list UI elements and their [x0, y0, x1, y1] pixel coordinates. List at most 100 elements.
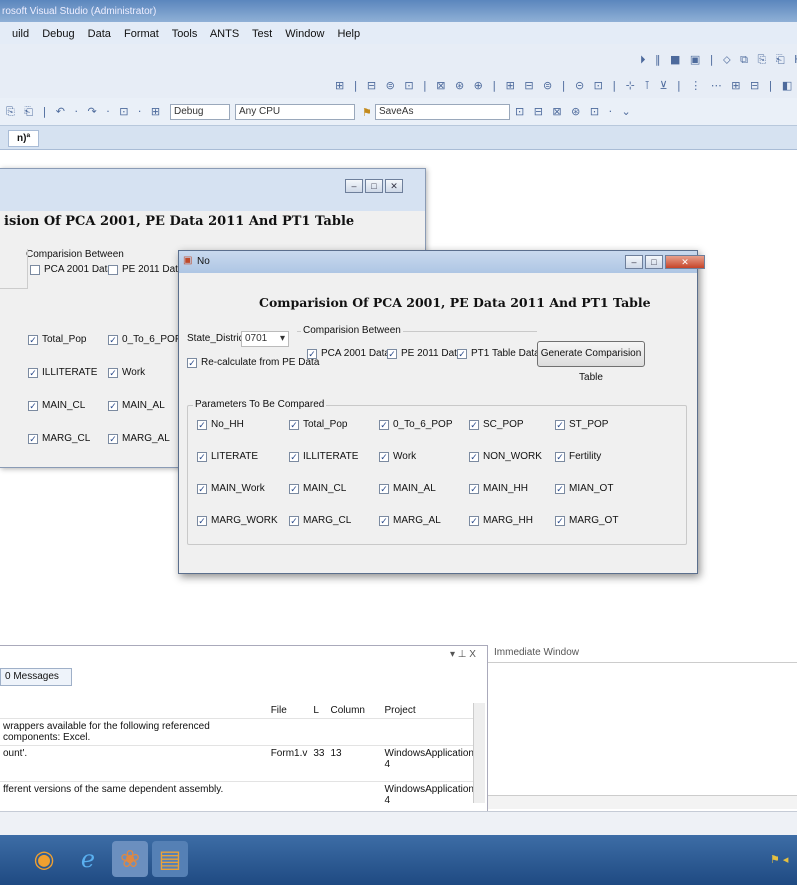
- compare-groupbox-label: Comparision Between: [301, 325, 403, 336]
- designer-checkbox-pe[interactable]: PE 2011 Data: [108, 264, 184, 275]
- designer-param-checkbox[interactable]: ✓ ILLITERATE: [28, 367, 97, 378]
- checkbox-pe-2011[interactable]: ✓ PE 2011 Data: [387, 348, 463, 359]
- error-list-scrollbar[interactable]: [473, 703, 485, 803]
- find-combo[interactable]: SaveAs: [375, 104, 510, 120]
- menu-format[interactable]: Format: [124, 28, 159, 40]
- state-district-select[interactable]: 0701 ▾: [241, 331, 289, 347]
- param-checkbox[interactable]: ✓ ST_POP: [555, 419, 608, 430]
- param-checkbox[interactable]: ✓ MAIN_HH: [469, 483, 528, 494]
- param-checkbox[interactable]: ✓ MAIN_CL: [289, 483, 346, 494]
- designer-param-checkbox[interactable]: ✓ MARG_AL: [108, 433, 170, 444]
- dialog-heading: Comparision Of PCA 2001, PE Data 2011 An…: [259, 295, 651, 310]
- generate-table-button[interactable]: Generate Comparision Table: [537, 341, 645, 383]
- dialog-window-buttons: – □ ✕: [625, 255, 705, 269]
- param-checkbox[interactable]: ✓ ILLITERATE: [289, 451, 358, 462]
- menu-window[interactable]: Window: [285, 28, 324, 40]
- windows-taskbar: ◉ ℯ ❀ ▤ ⚑ ◂: [0, 835, 797, 885]
- designer-param-checkbox[interactable]: ✓ MAIN_CL: [28, 400, 85, 411]
- param-checkbox[interactable]: ✓ Fertility: [555, 451, 601, 462]
- header-file[interactable]: File: [267, 703, 311, 719]
- close-icon: ✕: [385, 179, 403, 193]
- parameters-groupbox-label: Parameters To Be Compared: [193, 399, 327, 410]
- menu-data[interactable]: Data: [88, 28, 111, 40]
- designer-form-titlebar: – □ ✕: [0, 169, 425, 211]
- param-checkbox[interactable]: ✓ MAIN_Work: [197, 483, 265, 494]
- header-project[interactable]: Project: [381, 703, 477, 719]
- find-toolbar-icons[interactable]: ⊡ ⊟ ⊠ ⊛ ⊡ · ⌄: [515, 105, 634, 118]
- comparision-dialog[interactable]: ▣ No – □ ✕ Comparision Of PCA 2001, PE D…: [178, 250, 705, 574]
- solution-config-select[interactable]: Debug: [170, 104, 230, 120]
- layout-toolbar-icons[interactable]: ⊞ | ⊟ ⊜ ⊡ | ⊠ ⊛ ⊕ | ⊞ ⊟ ⊜ | ⊝ ⊡ | ⊹ ⊺ ⊻ …: [335, 79, 797, 92]
- designer-checkbox-pca[interactable]: PCA 2001 Data: [30, 264, 113, 275]
- app-icon: ▣: [183, 255, 193, 266]
- menu-debug[interactable]: Debug: [42, 28, 74, 40]
- pane-controls[interactable]: ▾ ⊥ X: [450, 649, 476, 663]
- minimize-icon[interactable]: –: [625, 255, 643, 269]
- menu-help[interactable]: Help: [337, 28, 360, 40]
- solution-platform-select[interactable]: Any CPU: [235, 104, 355, 120]
- table-row[interactable]: wrappers available for the following ref…: [0, 718, 477, 746]
- tray-icons[interactable]: ⚑ ◂: [770, 853, 788, 866]
- dialog-title: No: [197, 256, 210, 267]
- param-checkbox[interactable]: ✓ MARG_AL: [379, 515, 441, 526]
- menu-tools[interactable]: Tools: [172, 28, 198, 40]
- visual-studio-icon[interactable]: ▤: [152, 841, 188, 877]
- param-checkbox[interactable]: ✓ MARG_CL: [289, 515, 351, 526]
- designer-param-checkbox[interactable]: ✓ MARG_CL: [28, 433, 90, 444]
- menu-build[interactable]: uild: [12, 28, 29, 40]
- error-list-pane: ▾ ⊥ X 0 Messages File L Column Project w…: [0, 645, 487, 818]
- error-table-header: File L Column Project: [0, 703, 477, 719]
- toolbar-layout: ⊞ | ⊟ ⊜ ⊡ | ⊠ ⊛ ⊕ | ⊞ ⊟ ⊜ | ⊝ ⊡ | ⊹ ⊺ ⊻ …: [0, 74, 797, 98]
- param-checkbox[interactable]: ✓ No_HH: [197, 419, 244, 430]
- dialog-titlebar: ▣ No – □ ✕: [179, 251, 705, 273]
- designer-param-checkbox[interactable]: ✓ Total_Pop: [28, 334, 86, 345]
- menu-ants[interactable]: ANTS: [210, 28, 239, 40]
- immediate-hscrollbar[interactable]: [488, 795, 797, 809]
- designer-compare-label: Comparision Between: [26, 249, 124, 260]
- param-checkbox[interactable]: ✓ MAIN_AL: [379, 483, 436, 494]
- start-orb-icon[interactable]: ◉: [26, 841, 62, 877]
- param-checkbox[interactable]: ✓ Work: [379, 451, 416, 462]
- folder-icon[interactable]: ❀: [112, 841, 148, 877]
- status-bar: [0, 811, 797, 835]
- maximize-icon[interactable]: □: [645, 255, 663, 269]
- designer-param-checkbox[interactable]: ✓ MAIN_AL: [108, 400, 165, 411]
- checkbox-pt1-table[interactable]: ✓ PT1 Table Data: [457, 348, 540, 359]
- designer-param-checkbox[interactable]: ✓ 0_To_6_POP: [108, 334, 182, 345]
- window-titlebar: rosoft Visual Studio (Administrator): [0, 0, 797, 22]
- messages-filter-button[interactable]: 0 Messages: [0, 668, 72, 686]
- debug-toolbar-icons[interactable]: ⏵ ‖ ■ ▣ | ⬦ ⧉ ⎘ ⎗ H: [640, 53, 797, 67]
- chevron-down-icon: ▾: [279, 333, 285, 344]
- designer-groupbox-edge: [0, 249, 28, 289]
- minimize-icon: –: [345, 179, 363, 193]
- internet-explorer-icon[interactable]: ℯ: [70, 841, 106, 877]
- window-title: rosoft Visual Studio (Administrator): [2, 6, 157, 17]
- param-checkbox[interactable]: ✓ MARG_HH: [469, 515, 533, 526]
- checkbox-pca-2001[interactable]: ✓ PCA 2001 Data: [307, 348, 390, 359]
- immediate-window[interactable]: Immediate Window: [487, 645, 797, 811]
- toolbar-debug: ⏵ ‖ ■ ▣ | ⬦ ⧉ ⎘ ⎗ H: [0, 44, 797, 74]
- param-checkbox[interactable]: ✓ Total_Pop: [289, 419, 347, 430]
- param-checkbox[interactable]: ✓ 0_To_6_POP: [379, 419, 453, 430]
- menu-bar: uild Debug Data Format Tools ANTS Test W…: [0, 22, 797, 44]
- menu-test[interactable]: Test: [252, 28, 272, 40]
- param-checkbox[interactable]: ✓ LITERATE: [197, 451, 258, 462]
- standard-toolbar-icons[interactable]: ⎘ ⎗ | ↶ · ↷ · ⊡ · ⊞ | ⏵: [6, 105, 191, 119]
- param-checkbox[interactable]: ✓ SC_POP: [469, 419, 524, 430]
- error-table: File L Column Project wrappers available…: [0, 703, 477, 818]
- table-row[interactable]: ount'. Form1.v 33 13 WindowsApplication 4: [0, 745, 477, 782]
- designer-form-window-buttons: – □ ✕: [345, 179, 403, 193]
- param-checkbox[interactable]: ✓ MARG_OT: [555, 515, 618, 526]
- param-checkbox[interactable]: ✓ MARG_WORK: [197, 515, 278, 526]
- param-checkbox[interactable]: ✓ MIAN_OT: [555, 483, 613, 494]
- designer-form-heading: ision Of PCA 2001, PE Data 2011 And PT1 …: [4, 214, 355, 229]
- toolbar-standard: ⎘ ⎗ | ↶ · ↷ · ⊡ · ⊞ | ⏵ Debug Any CPU ⚑ …: [0, 98, 797, 126]
- find-icon: ⚑: [362, 107, 372, 119]
- header-line[interactable]: L: [310, 703, 328, 719]
- param-checkbox[interactable]: ✓ NON_WORK: [469, 451, 542, 462]
- maximize-icon: □: [365, 179, 383, 193]
- close-icon[interactable]: ✕: [665, 255, 705, 269]
- tab-form1-design[interactable]: n)ª: [8, 130, 40, 147]
- designer-param-checkbox[interactable]: ✓ Work: [108, 367, 145, 378]
- header-column[interactable]: Column: [327, 703, 382, 719]
